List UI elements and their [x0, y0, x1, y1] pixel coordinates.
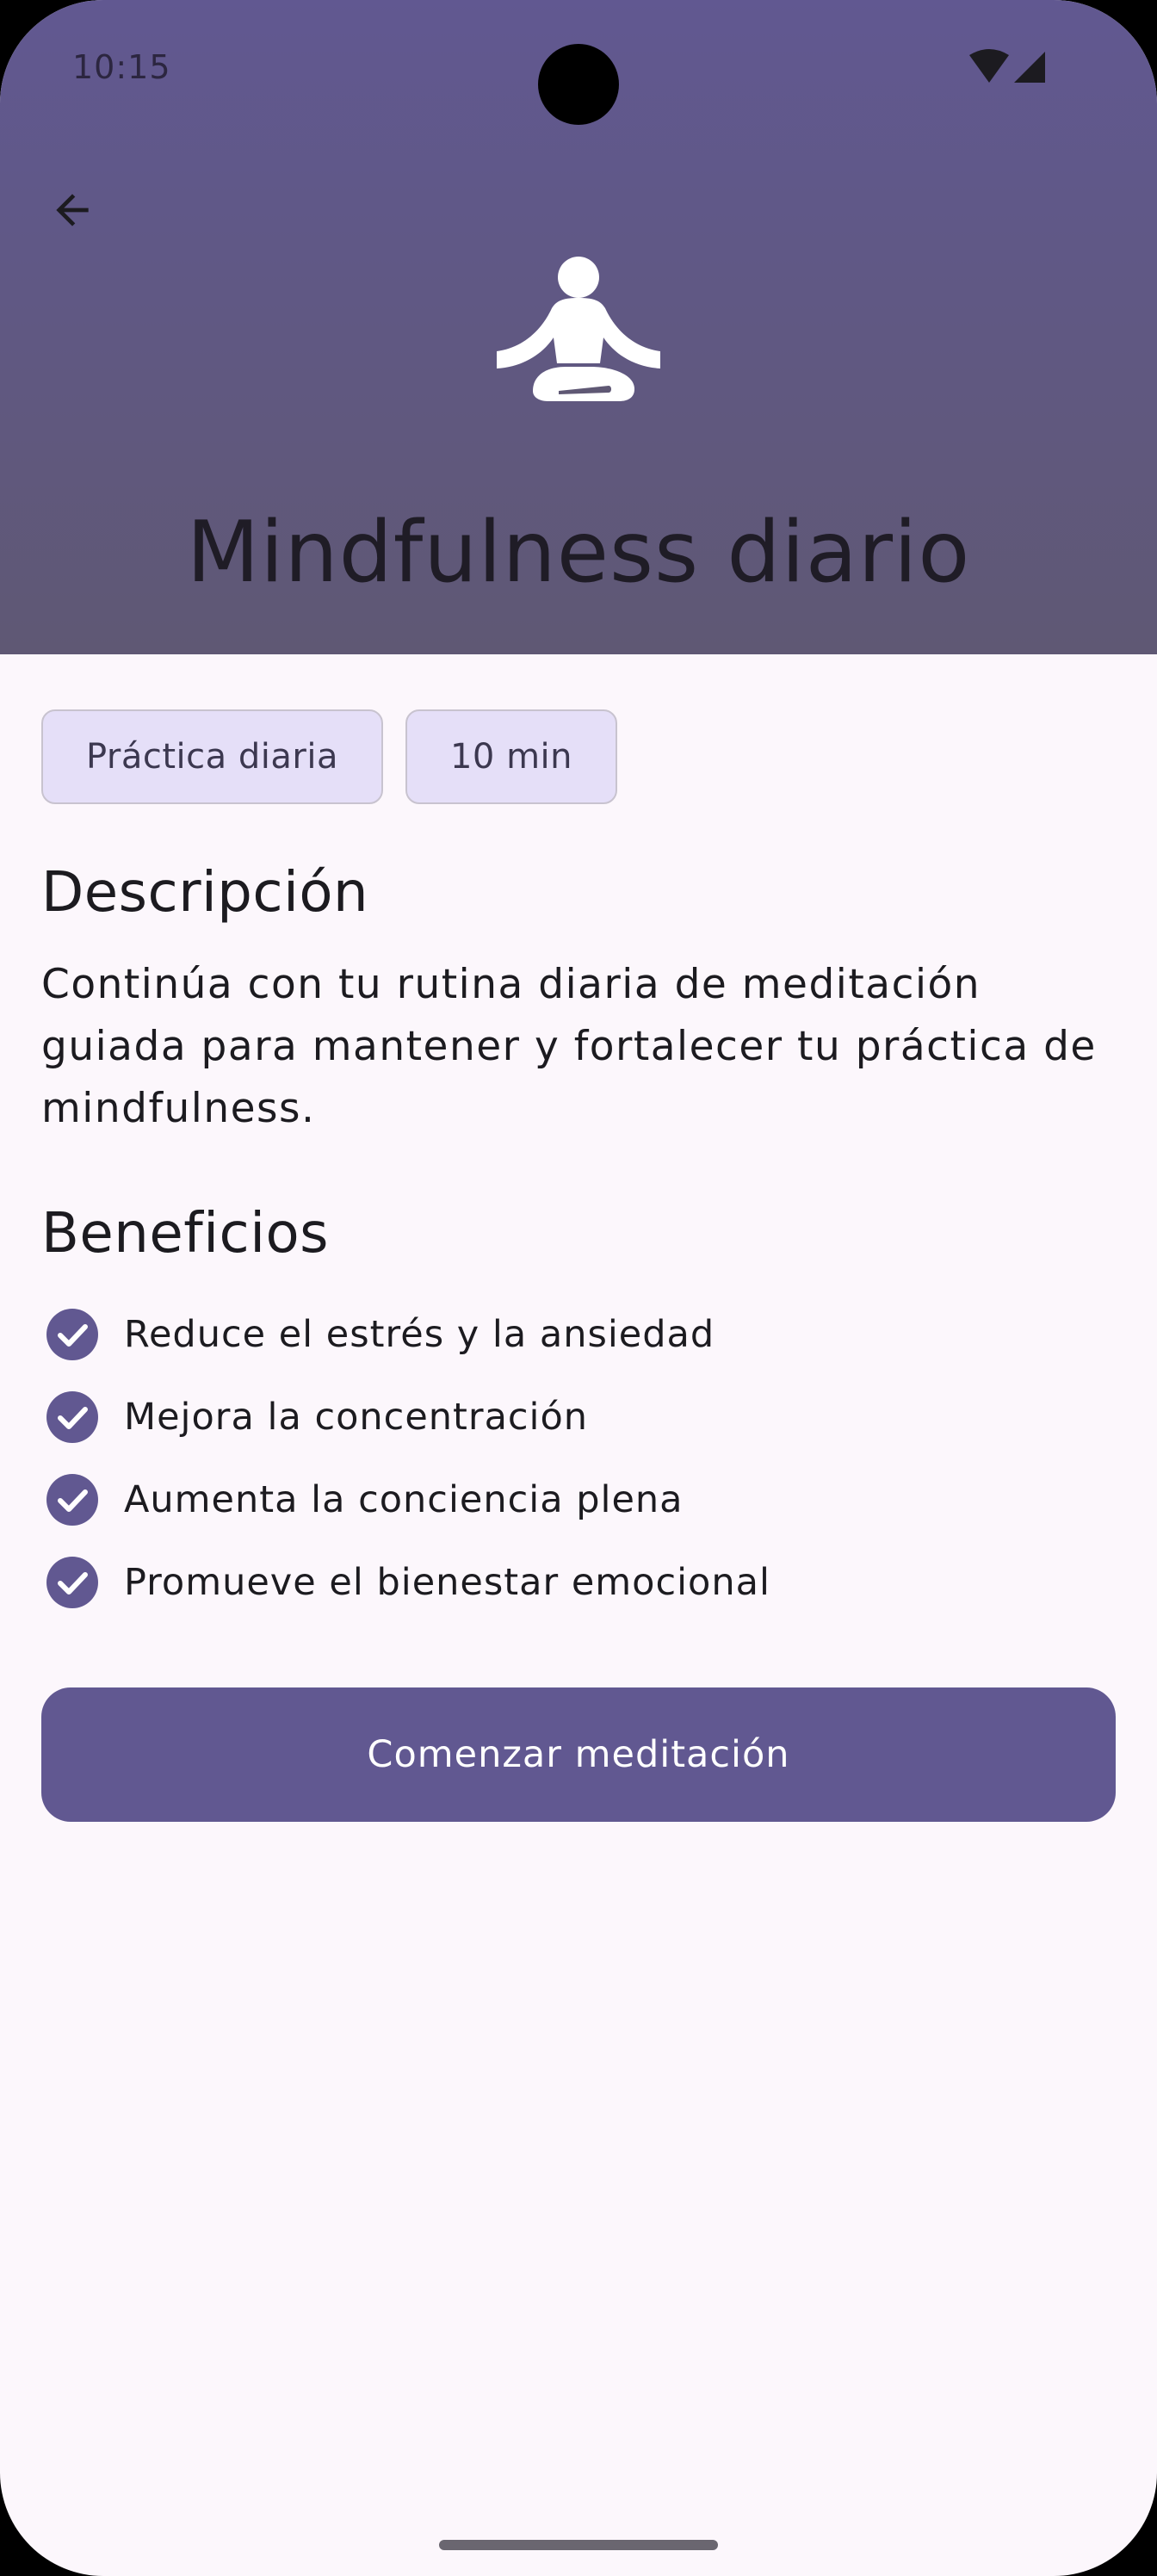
header-banner: 10:15 Mindfulness diario [0, 0, 1157, 654]
benefit-item: Mejora la concentración [41, 1376, 1116, 1458]
wifi-icon [969, 49, 1009, 83]
benefit-item: Reduce el estrés y la ansiedad [41, 1293, 1116, 1376]
chip-duration[interactable]: 10 min [405, 709, 618, 804]
status-icons [968, 48, 1050, 86]
description-heading: Descripción [41, 861, 369, 925]
meditation-icon [497, 257, 660, 401]
benefit-label: Reduce el estrés y la ansiedad [124, 1313, 715, 1356]
benefit-item: Aumenta la conciencia plena [41, 1458, 1116, 1541]
status-time: 10:15 [72, 48, 171, 86]
chip-frequency[interactable]: Práctica diaria [41, 709, 383, 804]
benefit-label: Aumenta la conciencia plena [124, 1478, 684, 1521]
camera-cutout [538, 44, 619, 125]
description-text: Continúa con tu rutina diaria de meditac… [41, 961, 1097, 1132]
check-circle-icon [46, 1557, 98, 1608]
app-screen: 10:15 Mindfulness diario Práctica diaria… [0, 0, 1157, 2576]
benefit-item: Promueve el bienestar emocional [41, 1541, 1116, 1624]
benefit-label: Promueve el bienestar emocional [124, 1561, 770, 1604]
signal-icon [1014, 52, 1045, 83]
page-title: Mindfulness diario [186, 504, 971, 602]
start-meditation-button[interactable]: Comenzar meditación [41, 1687, 1116, 1822]
check-circle-icon [46, 1309, 98, 1360]
benefits-list: Reduce el estrés y la ansiedad Mejora la… [41, 1293, 1116, 1624]
check-circle-icon [46, 1391, 98, 1443]
chip-group: Práctica diaria 10 min [41, 709, 618, 804]
check-circle-icon [46, 1474, 98, 1526]
arrow-back-icon [56, 194, 89, 226]
home-indicator[interactable] [439, 2540, 718, 2550]
benefit-label: Mejora la concentración [124, 1396, 589, 1439]
benefits-heading: Beneficios [41, 1202, 329, 1266]
back-button[interactable] [38, 176, 107, 245]
